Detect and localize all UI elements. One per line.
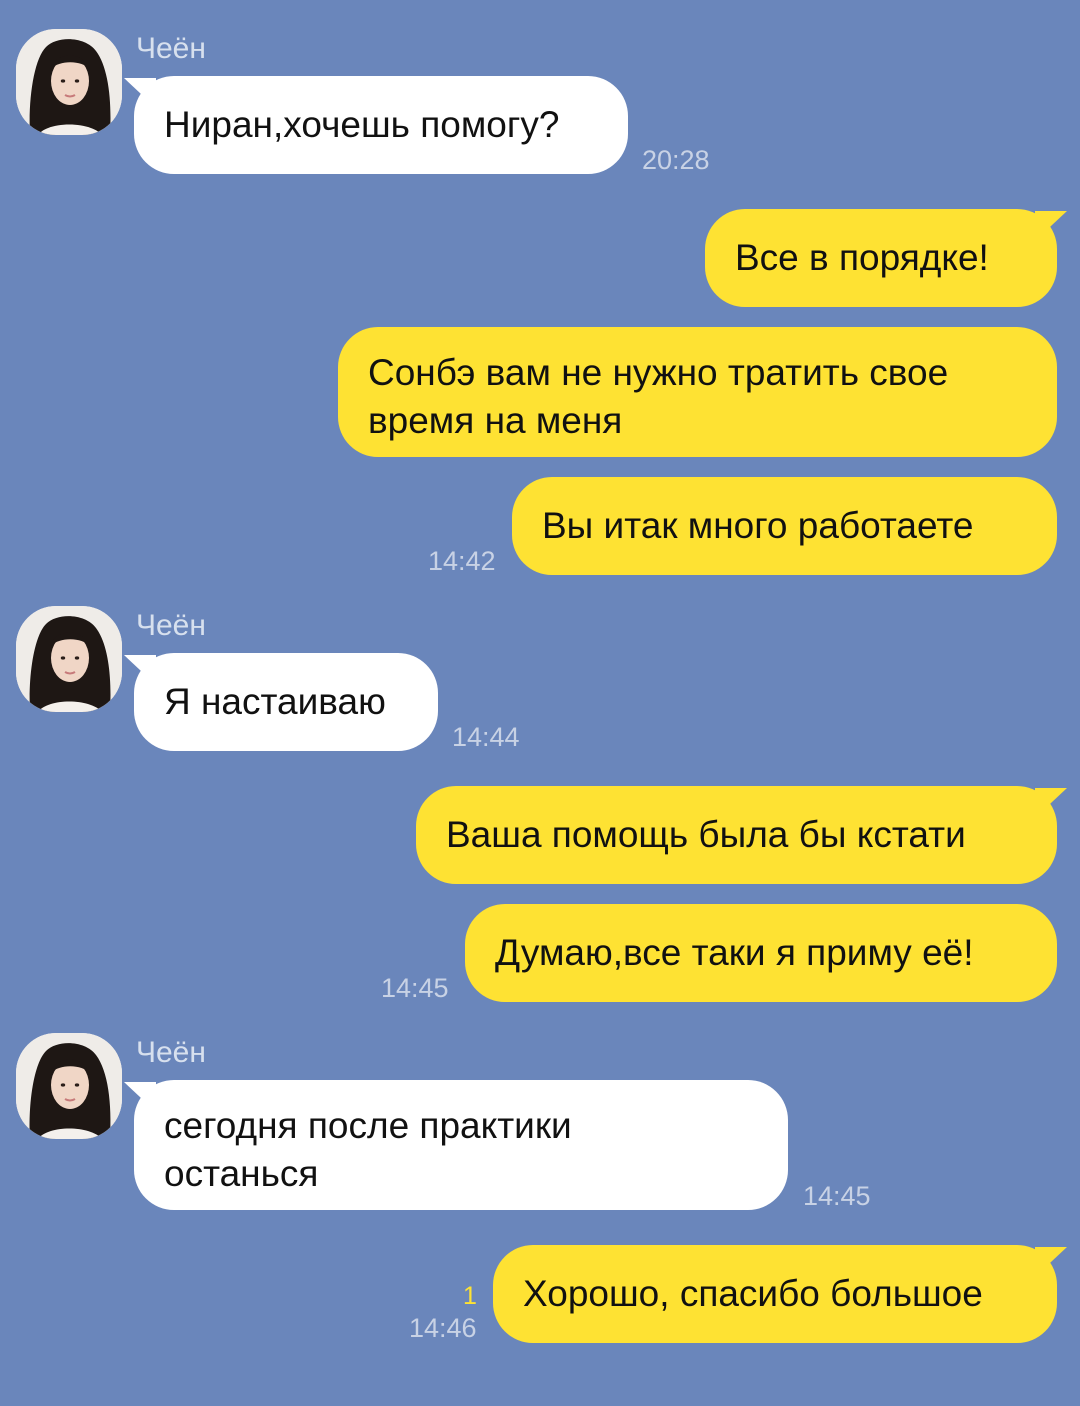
message-text: Все в порядке!	[735, 237, 989, 278]
incoming-message-bubble[interactable]: Я настаиваю	[124, 653, 438, 751]
message-text: Я настаиваю	[164, 681, 386, 722]
bubble-tail-icon	[1035, 788, 1067, 818]
chat-window: Чеён Ниран,хочешь помогу? 20:28 Все в по…	[0, 0, 1080, 1406]
message-text: Думаю,все таки я приму её!	[495, 932, 974, 973]
contact-avatar[interactable]	[16, 29, 122, 135]
message-text: Хорошо, спасибо большое	[523, 1273, 983, 1314]
incoming-message-bubble[interactable]: сегодня после практики останься	[124, 1080, 788, 1210]
outgoing-message-bubble[interactable]: Сонбэ вам не нужно тратить свое время на…	[338, 327, 1057, 457]
sender-name: Чеён	[136, 609, 206, 642]
bubble-tail-icon	[124, 78, 156, 108]
message-text: Сонбэ вам не нужно тратить свое время на…	[368, 352, 949, 441]
message-time: 14:46	[409, 1313, 477, 1343]
bubble-tail-icon	[1035, 1247, 1067, 1277]
message-text: Вы итак много работаете	[542, 505, 974, 546]
message-text: Ваша помощь была бы кстати	[446, 814, 966, 855]
unread-count-badge: 1	[463, 1282, 477, 1310]
message-time: 20:28	[642, 145, 710, 175]
outgoing-message-bubble[interactable]: Хорошо, спасибо большое	[493, 1245, 1067, 1343]
outgoing-message-bubble[interactable]: Думаю,все таки я приму её!	[465, 904, 1057, 1002]
bubble-tail-icon	[1035, 211, 1067, 241]
sender-name: Чеён	[136, 1036, 206, 1069]
message-time: 14:45	[381, 973, 449, 1003]
contact-avatar[interactable]	[16, 1033, 122, 1139]
message-text: Ниран,хочешь помогу?	[164, 104, 560, 145]
avatar-photo-icon	[16, 29, 122, 135]
bubble-tail-icon	[124, 1082, 156, 1112]
message-time: 14:42	[428, 546, 496, 576]
sender-name: Чеён	[136, 32, 206, 65]
incoming-message-bubble[interactable]: Ниран,хочешь помогу?	[124, 76, 628, 174]
contact-avatar[interactable]	[16, 606, 122, 712]
message-text: сегодня после практики останься	[164, 1105, 572, 1194]
avatar-photo-icon	[16, 1033, 122, 1139]
message-time: 14:44	[452, 722, 520, 752]
outgoing-message-bubble[interactable]: Ваша помощь была бы кстати	[416, 786, 1067, 884]
message-time: 14:45	[803, 1181, 871, 1211]
outgoing-message-bubble[interactable]: Вы итак много работаете	[512, 477, 1057, 575]
outgoing-message-bubble[interactable]: Все в порядке!	[705, 209, 1067, 307]
avatar-photo-icon	[16, 606, 122, 712]
bubble-tail-icon	[124, 655, 156, 685]
